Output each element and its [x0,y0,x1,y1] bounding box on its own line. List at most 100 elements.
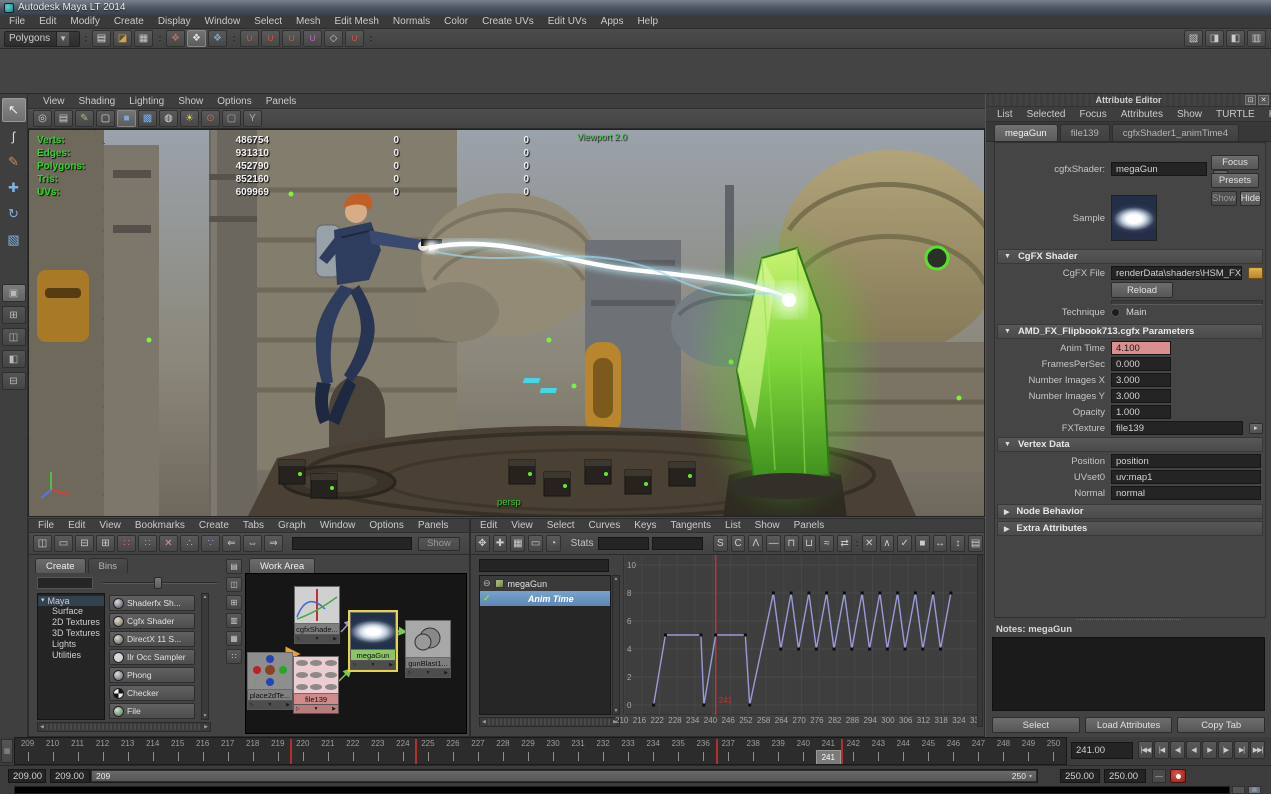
unify-tangents-icon[interactable]: ∧ [879,535,895,552]
select-component-icon[interactable]: ❖ [208,30,227,47]
create-shading-nodes-icon[interactable]: ∷ [117,535,136,552]
menu-apps[interactable]: Apps [594,15,631,28]
shaded-mode-icon[interactable]: ■ [117,110,136,127]
linear-tangents-icon[interactable]: Λ [748,535,764,552]
stats-value-field[interactable] [652,537,703,550]
time-snap-icon[interactable]: ↔ [932,535,948,552]
attribute-editor-header[interactable]: Attribute Editor ⊡ ✕ [986,94,1271,107]
attribute-editor-menu-selected[interactable]: Selected [1020,107,1073,121]
select-object-icon[interactable]: ❖ [187,30,206,47]
animation-end-field[interactable]: 250.00 [1104,769,1146,783]
node-file139[interactable]: file139 ▷ ▼ ▶ [293,656,339,714]
retime-tool-icon[interactable]: ◔ [545,535,561,552]
tree-item-3d-textures[interactable]: 3D Textures [38,628,104,639]
create-node-checker[interactable]: Checker [109,685,195,701]
play-backwards-button[interactable]: ◀ [1186,741,1201,759]
grease-pencil-icon[interactable]: ✎ [75,110,94,127]
attribute-editor-menu-focus[interactable]: Focus [1072,107,1113,121]
menu-display[interactable]: Display [151,15,198,28]
connection-out-icon[interactable]: ▸ [1248,422,1263,434]
viewport-menu-view[interactable]: View [36,94,72,108]
attribute-editor-menu-help[interactable]: Help [1262,107,1271,121]
notes-textarea[interactable] [992,637,1265,711]
attribute-tab-cgfxshader1-animtime4[interactable]: cgfxShader1_animTime4 [1111,124,1239,141]
rotate-tool-icon[interactable]: ↻ [1,202,26,226]
node-cgfxshader-footer[interactable]: ▷ ▼ ▶ [294,635,340,644]
attribute-editor-menu-turtle[interactable]: TURTLE [1209,107,1262,121]
joint-xray-icon[interactable]: Y [243,110,262,127]
input-output-connections-icon[interactable]: ⇔ [243,535,262,552]
current-time-field[interactable]: 241.00 [1071,742,1133,759]
menu-normals[interactable]: Normals [386,15,437,28]
ae-float-icon[interactable]: ⊡ [1245,95,1256,105]
param-field-number-images-x[interactable]: 3.000 [1111,373,1171,387]
go-to-start-button[interactable]: |◀◀ [1138,741,1153,759]
layout-four-pane-button[interactable]: ⊞ [1,306,26,324]
graph-editor-menu-tangents[interactable]: Tangents [663,519,718,532]
toggle-attribute-editor-icon[interactable]: ◨ [1205,30,1224,47]
hs-strip-btn-5[interactable]: ▦ [226,631,242,646]
graph-editor-menu-select[interactable]: Select [540,519,582,532]
no-character-set-icon[interactable]: — [1152,769,1166,783]
hypershade-menu-edit[interactable]: Edit [61,519,92,532]
hs-strip-btn-2[interactable]: ◫ [226,577,242,592]
cgfx-file-field[interactable]: renderData\shaders\HSM_FX.cgfx [1111,266,1242,280]
node-graph-canvas[interactable]: cgfxShade... ▷ ▼ ▶ megaGun ▷ ▼ ▶ gunBlast1... ▷ ▼ ▶… [245,573,467,734]
clamped-tangents-icon[interactable]: C [730,535,746,552]
section-header-cgfx-shader[interactable]: ▼ CgFX Shader [997,249,1263,264]
save-scene-icon[interactable]: ▦ [134,30,153,47]
hs-strip-btn-3[interactable]: ⊞ [226,595,242,610]
menu-select[interactable]: Select [247,15,289,28]
graph-editor-menu-list[interactable]: List [718,519,748,532]
group-separator[interactable] [230,31,237,47]
toggle-tool-settings-icon[interactable]: ◧ [1226,30,1245,47]
play-forwards-button[interactable]: ▶ [1202,741,1217,759]
outliner-hscrollbar[interactable]: ◀ ▶ [479,717,620,727]
section-header-vertex-data[interactable]: ▼ Vertex Data [997,437,1263,452]
create-node-file[interactable]: File [109,703,195,719]
section-header-node-behavior[interactable]: ▶ Node Behavior [997,504,1263,519]
lasso-tool-icon[interactable]: ʃ [1,124,26,148]
tree-scrollbar[interactable]: ◀ ▶ [37,722,211,732]
show-button[interactable]: Show [1211,191,1237,206]
section-header-extra-attributes[interactable]: ▶ Extra Attributes [997,521,1263,536]
graph-editor-menu-panels[interactable]: Panels [787,519,832,532]
spline-tangents-icon[interactable]: S [713,535,728,552]
camera-attributes-icon[interactable]: ▤ [54,110,73,127]
graph-editor-menu-curves[interactable]: Curves [582,519,628,532]
graph-materials-icon[interactable]: ∵ [201,535,220,552]
toggle-modeling-toolkit-icon[interactable]: ▧ [1184,30,1203,47]
outliner-node-label[interactable]: megaGun [508,579,548,589]
open-scene-icon[interactable]: ◪ [113,30,132,47]
move-tool-icon[interactable]: ✚ [1,176,26,200]
node-megagun-footer[interactable]: ▷ ▼ ▶ [350,661,396,670]
viewport-menu-show[interactable]: Show [171,94,210,108]
select-button[interactable]: Select [992,717,1080,733]
menu-modify[interactable]: Modify [63,15,106,28]
tree-item-utilities[interactable]: Utilities [38,650,104,661]
menu-edit-mesh[interactable]: Edit Mesh [327,15,385,28]
layout-persp-outliner-button[interactable]: ◧ [1,350,26,368]
hypershade-menu-window[interactable]: Window [313,519,363,532]
viewport-menu-shading[interactable]: Shading [72,94,123,108]
menu-edit-uvs[interactable]: Edit UVs [541,15,594,28]
tree-root-maya[interactable]: ▾ Maya [38,596,104,606]
graph-editor-menu-keys[interactable]: Keys [627,519,663,532]
presets-button[interactable]: Presets [1211,173,1259,188]
param-field-anim-time[interactable]: 4.100 [1111,341,1171,355]
focus-button[interactable]: Focus [1211,155,1259,170]
scale-tool-icon[interactable]: ▧ [1,228,26,252]
create-node-phong[interactable]: Phong [109,667,195,683]
attribute-tab-file139[interactable]: file139 [1059,124,1110,141]
make-live-icon[interactable]: ∪ [345,30,364,47]
current-frame-indicator[interactable]: 241 [815,750,841,764]
select-camera-icon[interactable]: ◎ [33,110,52,127]
graph-editor-filter-field[interactable] [479,559,609,572]
close-icon[interactable]: ✕ [1258,95,1269,105]
viewport-menu-lighting[interactable]: Lighting [122,94,171,108]
region-tool-icon[interactable]: ▭ [528,535,543,552]
technique-radio[interactable] [1111,308,1120,317]
material-sample-swatch[interactable] [1111,195,1157,241]
buffer-curve-snapshot-icon[interactable]: ≈ [819,535,835,552]
group-separator[interactable] [367,31,374,47]
